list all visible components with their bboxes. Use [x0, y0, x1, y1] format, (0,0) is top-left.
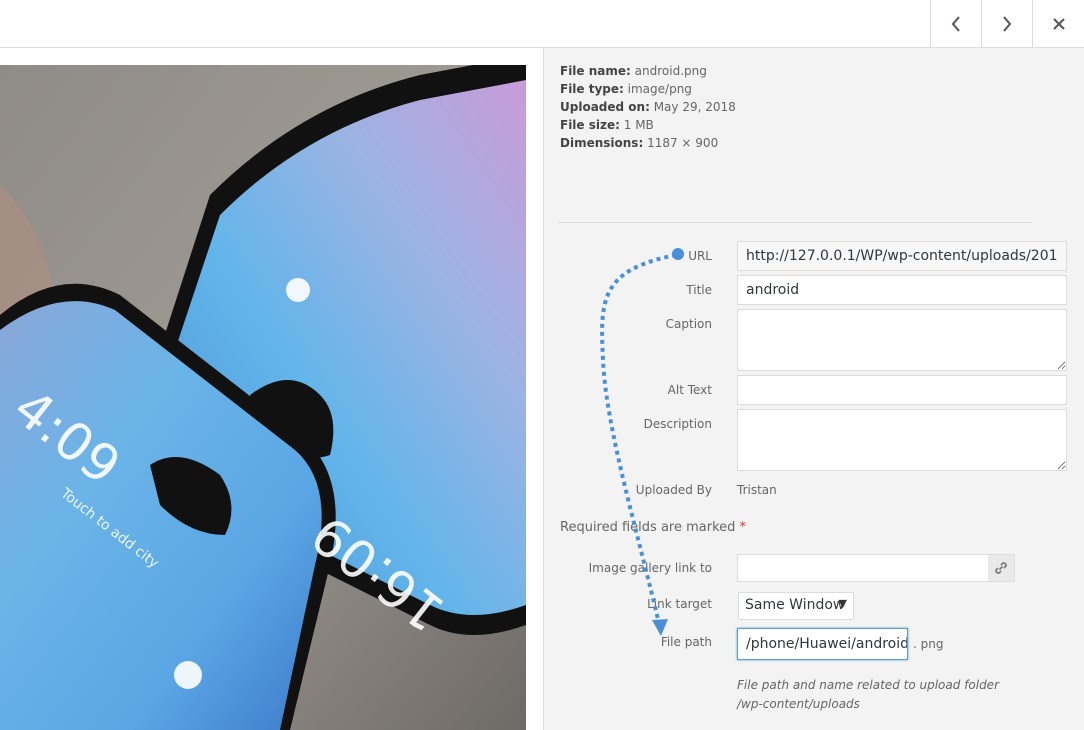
required-fields-note: Required fields are marked * [560, 520, 746, 535]
close-icon [1053, 17, 1065, 30]
url-field[interactable] [737, 241, 1067, 271]
divider [558, 222, 1032, 223]
uploaded-by-label: Uploaded By [635, 483, 712, 497]
file-path-field[interactable]: /phone/Huawei/android [737, 628, 908, 660]
chevron-left-icon [951, 15, 960, 32]
file-type: image/png [627, 82, 692, 96]
link-target-label: Link target [647, 597, 712, 611]
alt-text-field[interactable] [737, 375, 1067, 405]
file-extension: . png [913, 637, 944, 651]
file-details: File name: android.png File type: image/… [560, 62, 736, 152]
gallery-link-field[interactable] [737, 554, 989, 582]
previous-button[interactable] [930, 0, 981, 47]
close-button[interactable] [1032, 0, 1084, 47]
gallery-link-label: Image gallery link to [588, 561, 712, 575]
dropdown-caret-icon: ▼ [838, 597, 847, 610]
dimensions: 1187 × 900 [647, 136, 719, 150]
uploaded-by-value: Tristan [737, 483, 777, 497]
file-size: 1 MB [623, 118, 654, 132]
required-star: * [739, 520, 747, 535]
alt-text-label: Alt Text [667, 383, 712, 397]
next-button[interactable] [981, 0, 1032, 47]
link-button[interactable] [988, 554, 1015, 582]
attachment-details-sidebar: File name: android.png File type: image/… [543, 48, 1084, 730]
dimensions-label: Dimensions: [560, 136, 644, 150]
caption-label: Caption [665, 317, 712, 331]
file-type-label: File type: [560, 82, 624, 96]
file-name-label: File name: [560, 64, 631, 78]
chevron-right-icon [1003, 15, 1012, 32]
link-target-value: Same Window [745, 597, 845, 613]
title-field[interactable] [737, 275, 1067, 305]
link-target-select[interactable]: Same Window ▼ [738, 592, 854, 620]
description-label: Description [643, 417, 712, 431]
link-icon [995, 562, 1007, 574]
image-preview-area: 4:09 Touch to add city 16:09 [0, 48, 543, 730]
description-field[interactable] [737, 409, 1067, 471]
attachment-image: 4:09 Touch to add city 16:09 [0, 65, 526, 730]
modal-header [0, 0, 1084, 48]
title-label: Title [686, 283, 712, 297]
file-path-help: File path and name related to upload fol… [737, 678, 1000, 711]
uploaded-on: May 29, 2018 [653, 100, 736, 114]
url-label: URL [688, 249, 712, 263]
caption-field[interactable] [737, 309, 1067, 371]
file-size-label: File size: [560, 118, 620, 132]
file-name: android.png [634, 64, 707, 78]
file-path-label: File path [660, 635, 712, 649]
uploaded-on-label: Uploaded on: [560, 100, 650, 114]
required-text: Required fields are marked [560, 520, 736, 535]
